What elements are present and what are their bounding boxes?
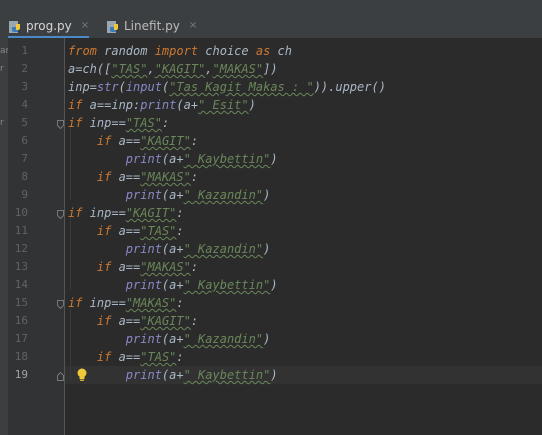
- code-line[interactable]: print(a+" Kaybettin"): [68, 150, 278, 168]
- line-number: 12: [14, 242, 28, 255]
- strip-letter: r: [0, 64, 4, 74]
- fold-end-marker-icon[interactable]: [57, 372, 64, 381]
- line-number: 15: [14, 296, 28, 309]
- code-line[interactable]: if a=="KAGIT":: [68, 312, 198, 330]
- code-line[interactable]: inp=str(input("Tas Kagit Makas : ")).upp…: [68, 78, 386, 96]
- tab-label: prog.py: [26, 18, 72, 33]
- line-number: 2: [21, 62, 28, 75]
- code-line[interactable]: print(a+" Kazandin"): [68, 330, 271, 348]
- code-line[interactable]: if inp=="KAGIT":: [68, 204, 184, 222]
- close-icon[interactable]: ×: [189, 20, 197, 31]
- line-number: 8: [21, 170, 28, 183]
- line-number: 10: [14, 206, 28, 219]
- code-line[interactable]: if a=="MAKAS":: [68, 168, 198, 186]
- line-number: 18: [14, 350, 28, 363]
- line-number: 13: [14, 260, 28, 273]
- code-line[interactable]: if a=="TAS":: [68, 348, 184, 366]
- code-line[interactable]: if a=="MAKAS":: [68, 258, 198, 276]
- line-number: 11: [14, 224, 28, 237]
- line-number: 6: [21, 134, 28, 147]
- project-tool-strip[interactable]: ar r r: [0, 38, 9, 435]
- code-line[interactable]: print(a+" Kaybettin"): [68, 276, 278, 294]
- code-line[interactable]: a=ch(["TAS","KAGIT","MAKAS"]): [68, 60, 278, 78]
- fold-marker-icon[interactable]: [57, 210, 64, 219]
- fold-marker-icon[interactable]: [57, 120, 64, 129]
- line-number: 17: [14, 332, 28, 345]
- code-line[interactable]: from random import choice as ch: [68, 42, 292, 60]
- tab-linefit-py[interactable]: Linefit.py ×: [106, 15, 197, 36]
- code-line[interactable]: if a==inp:print(a+" Esit"): [68, 96, 256, 114]
- fold-marker-icon[interactable]: [57, 300, 64, 309]
- code-line[interactable]: if inp=="MAKAS":: [68, 294, 184, 312]
- strip-letter: r: [0, 118, 4, 128]
- tab-label: Linefit.py: [124, 18, 180, 33]
- line-number: 1: [21, 44, 28, 57]
- close-icon[interactable]: ×: [81, 20, 89, 31]
- code-line[interactable]: if a=="KAGIT":: [68, 132, 198, 150]
- editor-tab-bar: prog.py × Linefit.py ×: [0, 0, 542, 38]
- line-number: 5: [21, 116, 28, 129]
- code-line[interactable]: if a=="TAS":: [68, 222, 184, 240]
- line-number: 3: [21, 80, 28, 93]
- code-line[interactable]: print(a+" Kazandin"): [68, 186, 271, 204]
- line-number: 7: [21, 152, 28, 165]
- python-file-icon: [106, 19, 120, 33]
- line-number: 9: [21, 188, 28, 201]
- code-line-current[interactable]: print(a+" Kaybettin"): [68, 366, 278, 384]
- tab-prog-py[interactable]: prog.py ×: [8, 15, 90, 38]
- line-number: 16: [14, 314, 28, 327]
- line-number-current: 19: [14, 368, 28, 381]
- line-number: 14: [14, 278, 28, 291]
- python-file-icon: [8, 19, 22, 33]
- code-line[interactable]: if inp=="TAS":: [68, 114, 169, 132]
- code-line[interactable]: print(a+" Kazandin"): [68, 240, 271, 258]
- line-number: 4: [21, 98, 28, 111]
